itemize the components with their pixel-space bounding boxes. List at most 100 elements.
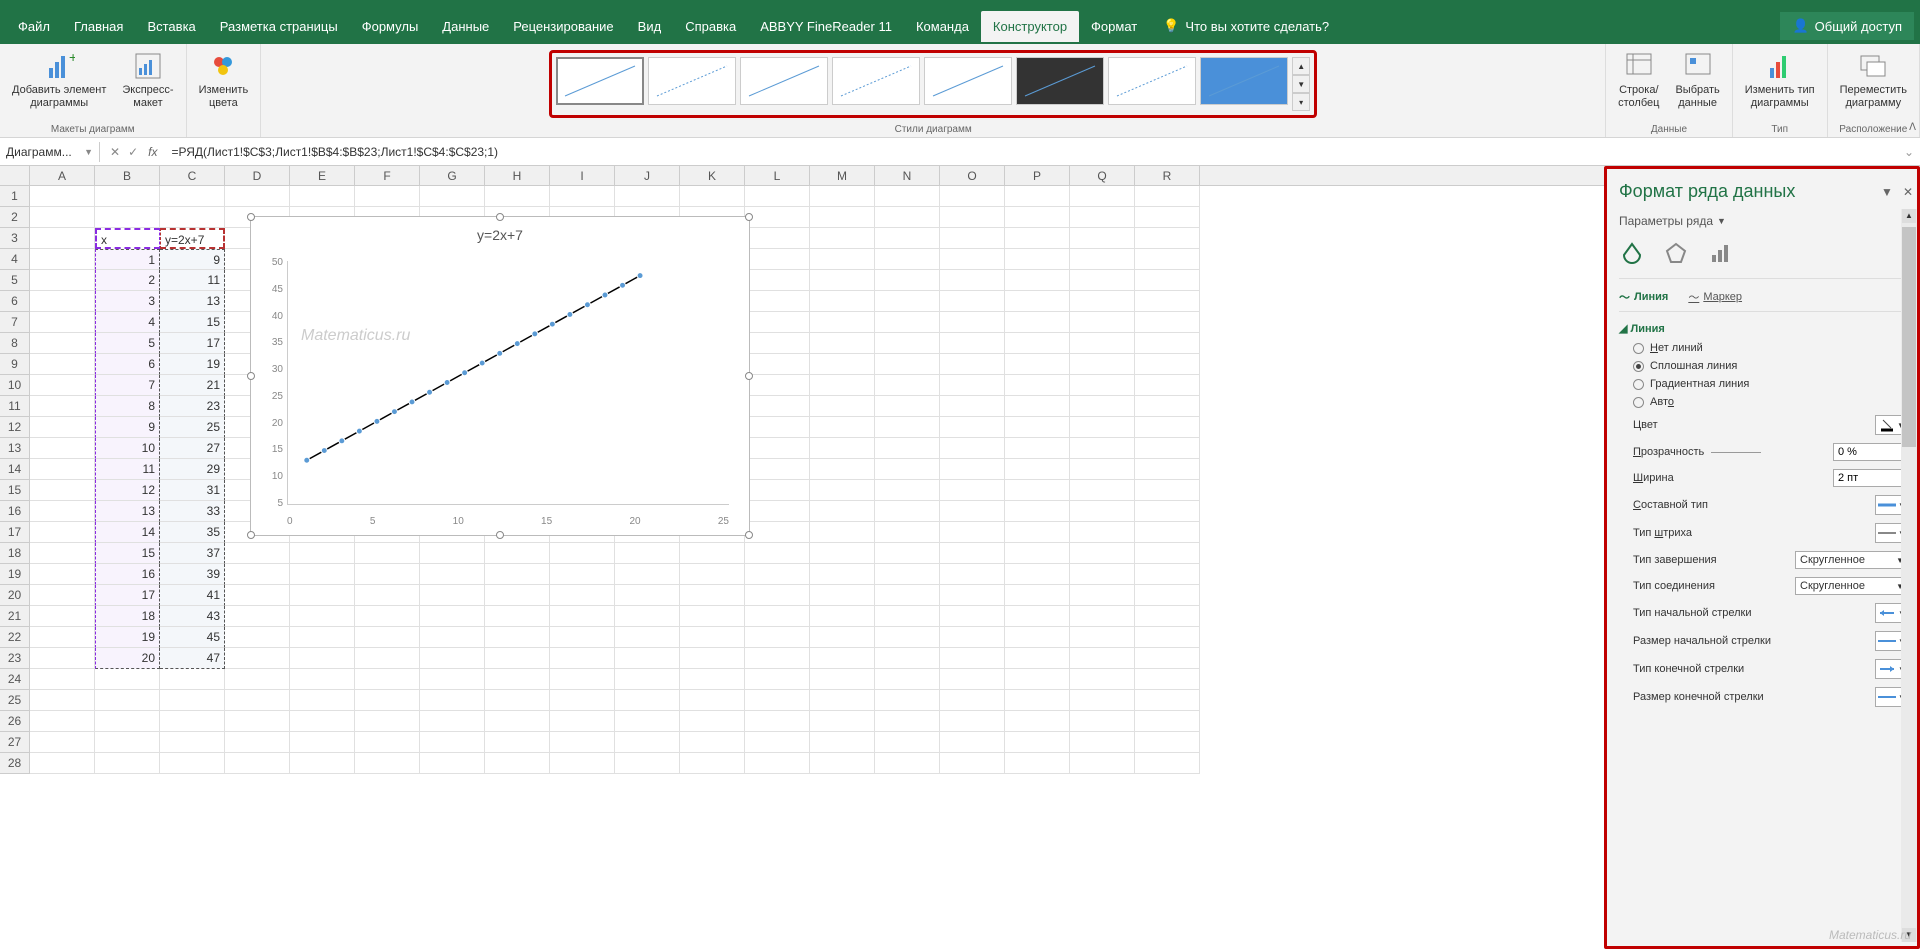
cell[interactable] xyxy=(1135,543,1200,564)
cell[interactable] xyxy=(1070,417,1135,438)
cell[interactable] xyxy=(615,186,680,207)
cell[interactable]: 10 xyxy=(95,438,160,459)
cell[interactable] xyxy=(1070,249,1135,270)
cell[interactable] xyxy=(30,606,95,627)
cell[interactable] xyxy=(680,648,745,669)
column-header[interactable]: N xyxy=(875,166,940,185)
fill-line-tab-icon[interactable] xyxy=(1619,240,1645,266)
cell[interactable] xyxy=(485,753,550,774)
cell[interactable] xyxy=(1005,543,1070,564)
row-header[interactable]: 24 xyxy=(0,669,29,690)
cell[interactable] xyxy=(1135,270,1200,291)
cell[interactable] xyxy=(745,585,810,606)
cell[interactable] xyxy=(1005,732,1070,753)
cell[interactable] xyxy=(290,585,355,606)
cell[interactable]: 15 xyxy=(160,312,225,333)
cell[interactable] xyxy=(30,396,95,417)
cell[interactable] xyxy=(550,648,615,669)
cell[interactable] xyxy=(30,228,95,249)
share-button[interactable]: 👤 Общий доступ xyxy=(1780,12,1914,40)
resize-handle[interactable] xyxy=(496,213,504,221)
cell[interactable] xyxy=(225,669,290,690)
cell[interactable] xyxy=(680,669,745,690)
cell[interactable] xyxy=(810,270,875,291)
cell[interactable] xyxy=(1070,270,1135,291)
cell[interactable] xyxy=(875,312,940,333)
cell[interactable] xyxy=(225,606,290,627)
cell[interactable] xyxy=(30,291,95,312)
cell[interactable] xyxy=(290,753,355,774)
cell[interactable] xyxy=(1135,732,1200,753)
cell[interactable] xyxy=(290,606,355,627)
join-type-select[interactable]: Скругленное▼ xyxy=(1795,577,1909,595)
cell[interactable] xyxy=(30,417,95,438)
cell[interactable] xyxy=(810,711,875,732)
cell[interactable] xyxy=(1005,396,1070,417)
cell[interactable] xyxy=(30,270,95,291)
cell[interactable] xyxy=(615,732,680,753)
cell[interactable] xyxy=(1135,186,1200,207)
series-options-tab-icon[interactable] xyxy=(1707,240,1733,266)
styles-more-button[interactable]: ▾ xyxy=(1292,93,1310,111)
expand-formula-bar-icon[interactable]: ⌄ xyxy=(1898,145,1920,159)
cell[interactable] xyxy=(810,438,875,459)
cell[interactable] xyxy=(680,753,745,774)
resize-handle[interactable] xyxy=(247,213,255,221)
cell[interactable] xyxy=(290,543,355,564)
cell[interactable] xyxy=(940,459,1005,480)
cell[interactable] xyxy=(1005,690,1070,711)
cell[interactable] xyxy=(290,732,355,753)
cell[interactable] xyxy=(1070,375,1135,396)
cell[interactable] xyxy=(355,732,420,753)
cell[interactable] xyxy=(1135,207,1200,228)
cell[interactable] xyxy=(1070,480,1135,501)
cell[interactable] xyxy=(680,585,745,606)
cell[interactable] xyxy=(875,396,940,417)
cell[interactable] xyxy=(225,711,290,732)
cell[interactable] xyxy=(745,333,810,354)
cell[interactable] xyxy=(485,669,550,690)
cell[interactable] xyxy=(160,669,225,690)
cell[interactable] xyxy=(745,291,810,312)
cell[interactable] xyxy=(1005,459,1070,480)
cell[interactable] xyxy=(1005,711,1070,732)
cell[interactable] xyxy=(940,585,1005,606)
cell[interactable] xyxy=(30,354,95,375)
column-header[interactable]: E xyxy=(290,166,355,185)
cell[interactable] xyxy=(940,690,1005,711)
cell[interactable]: 9 xyxy=(95,417,160,438)
cell[interactable] xyxy=(810,333,875,354)
cell[interactable] xyxy=(940,732,1005,753)
cell[interactable] xyxy=(810,627,875,648)
cell[interactable] xyxy=(875,606,940,627)
chart-style-7[interactable] xyxy=(1108,57,1196,105)
cell[interactable] xyxy=(30,459,95,480)
cell[interactable] xyxy=(1005,186,1070,207)
menu-файл[interactable]: Файл xyxy=(6,11,62,42)
cell[interactable]: 19 xyxy=(95,627,160,648)
cell[interactable] xyxy=(1005,480,1070,501)
cell[interactable] xyxy=(1070,207,1135,228)
cell[interactable] xyxy=(420,648,485,669)
cell[interactable] xyxy=(485,543,550,564)
row-header[interactable]: 13 xyxy=(0,438,29,459)
cell[interactable] xyxy=(745,207,810,228)
cell[interactable] xyxy=(420,711,485,732)
chart-style-2[interactable] xyxy=(648,57,736,105)
format-pane-subtitle[interactable]: Параметры ряда xyxy=(1619,214,1713,228)
resize-handle[interactable] xyxy=(745,531,753,539)
cell[interactable] xyxy=(875,690,940,711)
cell[interactable] xyxy=(1135,627,1200,648)
cell[interactable] xyxy=(1070,627,1135,648)
cell[interactable] xyxy=(810,732,875,753)
row-header[interactable]: 15 xyxy=(0,480,29,501)
cell[interactable] xyxy=(940,207,1005,228)
row-header[interactable]: 7 xyxy=(0,312,29,333)
cell[interactable] xyxy=(1005,312,1070,333)
menu-abbyy finereader 11[interactable]: ABBYY FineReader 11 xyxy=(748,11,904,42)
cancel-formula-icon[interactable]: ✕ xyxy=(110,145,120,159)
cell[interactable] xyxy=(550,627,615,648)
cell[interactable] xyxy=(95,732,160,753)
cell[interactable] xyxy=(810,186,875,207)
cell[interactable] xyxy=(615,711,680,732)
